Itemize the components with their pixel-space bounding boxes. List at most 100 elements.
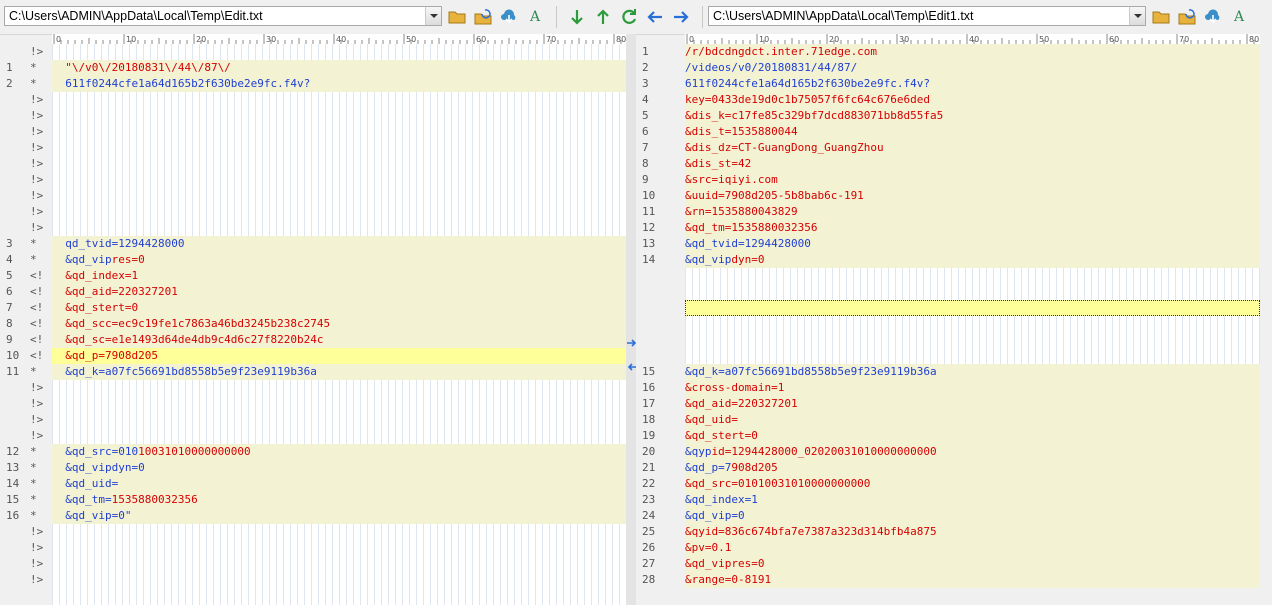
text-line[interactable]: &uuid=7908d205-5b8bab6c-191 xyxy=(685,188,1260,204)
text-line[interactable]: &qd_tm=1535880032356 xyxy=(52,492,626,508)
next-diff-icon[interactable] xyxy=(566,6,588,28)
empty-line[interactable] xyxy=(685,268,1260,284)
text-line[interactable]: &dis_k=c17fe85c329bf7dcd883071bb8d55fa5 xyxy=(685,108,1260,124)
empty-line[interactable] xyxy=(52,188,626,204)
empty-line[interactable] xyxy=(52,428,626,444)
right-ruler: 0 10 20 30 40 50 60 70 80 xyxy=(685,34,1260,44)
text-line[interactable]: &qd_uid= xyxy=(685,412,1260,428)
empty-line[interactable] xyxy=(52,156,626,172)
empty-line[interactable] xyxy=(52,556,626,572)
text-line[interactable]: &qd_vip=0" xyxy=(52,508,626,524)
text-line[interactable]: &qd_vipdyn=0 xyxy=(685,252,1260,268)
gutter-row: 18 xyxy=(636,412,685,428)
text-line[interactable]: &qd_tm=1535880032356 xyxy=(685,220,1260,236)
empty-line[interactable] xyxy=(685,348,1260,364)
empty-line[interactable] xyxy=(685,300,1260,316)
text-line[interactable]: &qd_src=01010031010000000000 xyxy=(685,476,1260,492)
empty-line[interactable] xyxy=(52,412,626,428)
left-cloud-download-icon[interactable] xyxy=(498,6,520,28)
copy-left-icon[interactable] xyxy=(644,6,666,28)
left-reload-icon[interactable] xyxy=(472,6,494,28)
copy-right-icon[interactable] xyxy=(670,6,692,28)
empty-line[interactable] xyxy=(52,140,626,156)
text-line[interactable]: &qd_p=7908d205 xyxy=(685,460,1260,476)
empty-line[interactable] xyxy=(52,524,626,540)
text-line[interactable]: 611f0244cfe1a64d165b2f630be2e9fc.f4v? xyxy=(52,76,626,92)
text-line[interactable]: &qd_vipdyn=0 xyxy=(52,460,626,476)
right-font-icon[interactable]: A xyxy=(1228,6,1250,28)
text-line[interactable]: key=0433de19d0c1b75057f6fc64c676e6ded xyxy=(685,92,1260,108)
empty-line[interactable] xyxy=(52,44,626,60)
gutter-row: !> xyxy=(0,396,52,412)
empty-line[interactable] xyxy=(685,284,1260,300)
empty-line[interactable] xyxy=(685,332,1260,348)
text-matched: &qd_tm= xyxy=(52,493,112,506)
prev-diff-icon[interactable] xyxy=(592,6,614,28)
text-line[interactable]: "\/v0\/20180831\/44\/87\/ xyxy=(52,60,626,76)
right-file-path-combo[interactable]: C:\Users\ADMIN\AppData\Local\Temp\Edit1.… xyxy=(708,6,1146,26)
empty-line[interactable] xyxy=(52,92,626,108)
text-line[interactable]: &qd_uid= xyxy=(52,476,626,492)
line-number: 7 xyxy=(642,141,649,154)
text-line[interactable]: &qd_k=a07fc56691bd8558b5e9f23e9119b36a xyxy=(52,364,626,380)
text-line[interactable]: &dis_dz=CT-GuangDong_GuangZhou xyxy=(685,140,1260,156)
right-reload-icon[interactable] xyxy=(1176,6,1198,28)
line-number: 11 xyxy=(6,365,20,378)
left-folder-open-icon[interactable] xyxy=(446,6,468,28)
refresh-compare-icon[interactable] xyxy=(618,6,640,28)
left-font-icon[interactable]: A xyxy=(524,6,546,28)
text-line[interactable]: &src=iqiyi.com xyxy=(685,172,1260,188)
text-line[interactable]: &qd_tvid=1294428000 xyxy=(685,236,1260,252)
text-line[interactable]: qd_tvid=1294428000 xyxy=(52,236,626,252)
text-line[interactable]: &qd_aid=220327201 xyxy=(52,284,626,300)
text-changed: &src=iqiyi.com xyxy=(685,173,778,186)
right-text-area[interactable]: /r/bdcdngdct.inter.71edge.com/videos/v0/… xyxy=(685,44,1260,588)
text-line[interactable]: &cross-domain=1 xyxy=(685,380,1260,396)
text-line[interactable]: &qypid=1294428000_02020031010000000000 xyxy=(685,444,1260,460)
right-cloud-download-icon[interactable] xyxy=(1202,6,1224,28)
text-line[interactable]: &pv=0.1 xyxy=(685,540,1260,556)
empty-line[interactable] xyxy=(685,316,1260,332)
left-path-dropdown-icon[interactable] xyxy=(425,7,441,25)
text-line[interactable]: &qd_sc=e1e1493d64de4db9c4d6c27f8220b24c xyxy=(52,332,626,348)
text-line[interactable]: &qd_index=1 xyxy=(685,492,1260,508)
empty-line[interactable] xyxy=(52,108,626,124)
text-line[interactable]: 611f0244cfe1a64d165b2f630be2e9fc.f4v? xyxy=(685,76,1260,92)
right-path-dropdown-icon[interactable] xyxy=(1129,7,1145,25)
empty-line[interactable] xyxy=(52,540,626,556)
text-line[interactable]: &qd_p=7908d205 xyxy=(52,348,626,364)
splitter[interactable] xyxy=(626,34,636,605)
text-line[interactable]: &qd_src=01010031010000000000 xyxy=(52,444,626,460)
text-line[interactable]: &qd_stert=0 xyxy=(685,428,1260,444)
line-number: 27 xyxy=(642,557,656,570)
text-line[interactable]: /videos/v0/20180831/44/87/ xyxy=(685,60,1260,76)
empty-line[interactable] xyxy=(52,204,626,220)
empty-line[interactable] xyxy=(52,572,626,588)
left-text-area[interactable]: "\/v0\/20180831\/44\/87\/ 611f0244cfe1a6… xyxy=(52,44,626,588)
empty-line[interactable] xyxy=(52,380,626,396)
left-pane[interactable]: 0 10 20 30 40 50 60 70 80 !> 1 * 2 * !> !> !> !> !> !> !> !>… xyxy=(0,34,626,605)
text-line[interactable]: &qd_stert=0 xyxy=(52,300,626,316)
left-file-path-combo[interactable]: C:\Users\ADMIN\AppData\Local\Temp\Edit.t… xyxy=(4,6,442,26)
text-line[interactable]: &dis_t=1535880044 xyxy=(685,124,1260,140)
text-line[interactable]: &qd_vipres=0 xyxy=(685,556,1260,572)
line-number: 2 xyxy=(6,77,13,90)
text-line[interactable]: &qd_index=1 xyxy=(52,268,626,284)
empty-line[interactable] xyxy=(52,396,626,412)
text-line[interactable]: &dis_st=42 xyxy=(685,156,1260,172)
empty-line[interactable] xyxy=(52,172,626,188)
text-line[interactable]: &qd_vipres=0 xyxy=(52,252,626,268)
text-line[interactable]: &qd_k=a07fc56691bd8558b5e9f23e9119b36a xyxy=(685,364,1260,380)
text-line[interactable]: &rn=1535880043829 xyxy=(685,204,1260,220)
right-folder-open-icon[interactable] xyxy=(1150,6,1172,28)
text-line[interactable]: &qd_aid=220327201 xyxy=(685,396,1260,412)
text-line[interactable]: &qyid=836c674bfa7e7387a323d314bfb4a875 xyxy=(685,524,1260,540)
gutter-row: 6 <! xyxy=(0,284,52,300)
text-line[interactable]: &range=0-8191 xyxy=(685,572,1260,588)
empty-line[interactable] xyxy=(52,220,626,236)
text-line[interactable]: /r/bdcdngdct.inter.71edge.com xyxy=(685,44,1260,60)
text-line[interactable]: &qd_vip=0 xyxy=(685,508,1260,524)
text-line[interactable]: &qd_scc=ec9c19fe1c7863a46bd3245b238c2745 xyxy=(52,316,626,332)
right-pane[interactable]: 0 10 20 30 40 50 60 70 80 1 2 3 4 5 6 7 8 9 10 11 12 13 14 15 1… xyxy=(636,34,1260,605)
empty-line[interactable] xyxy=(52,124,626,140)
